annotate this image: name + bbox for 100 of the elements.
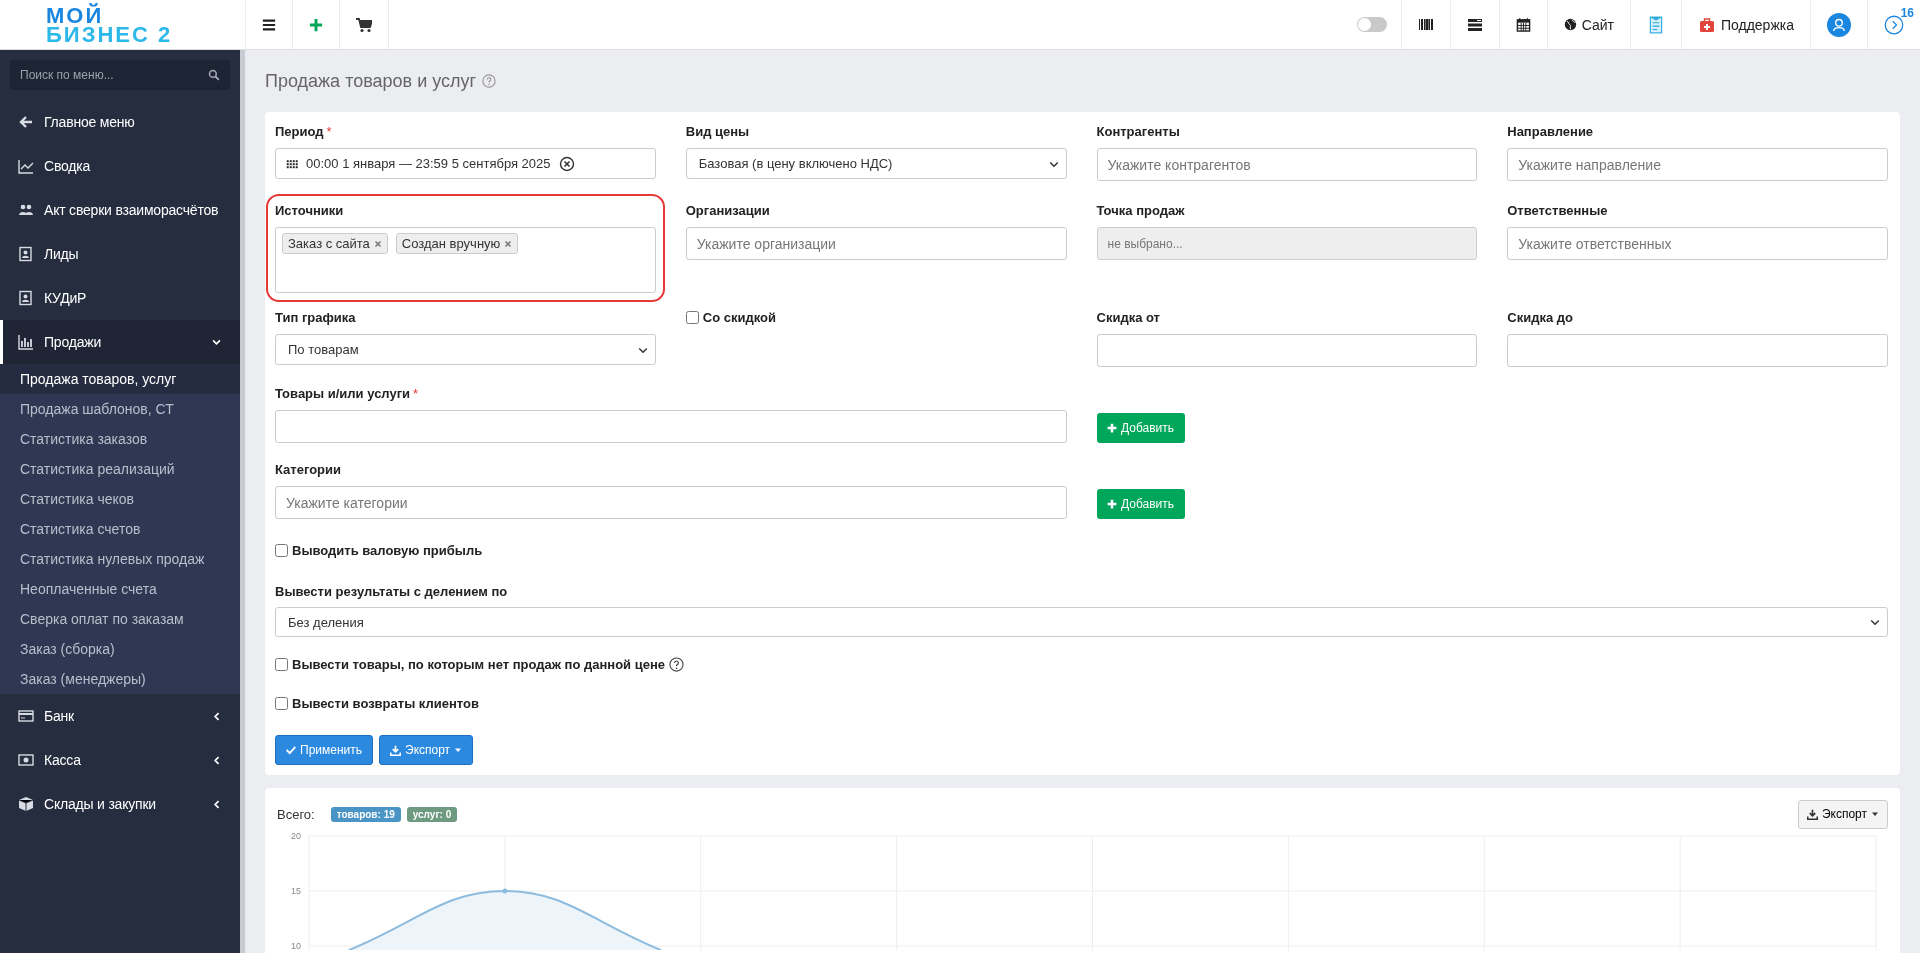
input-field[interactable]: Укажите направление: [1507, 148, 1888, 181]
plus-icon: [1106, 423, 1117, 433]
field-label: Контрагенты: [1096, 124, 1181, 139]
barcode-icon: [1417, 16, 1434, 33]
caret-down-icon: [454, 746, 463, 754]
menu-button[interactable]: [245, 0, 293, 49]
date-range-field[interactable]: 00:00 1 января — 23:59 5 сентября 2025: [275, 148, 656, 179]
cart-icon: [356, 16, 372, 33]
sidebar-item[interactable]: КУДиР: [0, 276, 240, 320]
page-title: Продажа товаров и услуг: [265, 70, 477, 92]
submenu-item[interactable]: Статистика реализаций: [0, 454, 240, 484]
line-chart-icon: [18, 158, 34, 174]
total-label: Всего:: [277, 806, 315, 822]
site-link[interactable]: Сайт: [1546, 0, 1630, 49]
checkbox-label: Выводить валовую прибыль: [292, 543, 483, 558]
field-label: Тип графика: [275, 310, 357, 325]
input-field[interactable]: [1507, 334, 1888, 367]
input-field[interactable]: Укажите организации: [685, 227, 1067, 260]
field-label: Точка продаж: [1096, 203, 1186, 218]
caret-down-icon: [1871, 810, 1879, 818]
help-icon: [669, 657, 684, 672]
checkbox-label: Со скидкой: [702, 310, 776, 325]
checkbox[interactable]: [275, 697, 288, 710]
field-label: Скидка до: [1507, 310, 1574, 325]
credit-card-icon: [18, 708, 34, 724]
axis-tick-label: 15: [291, 886, 301, 896]
menu-search-field[interactable]: Поиск по меню...: [10, 60, 230, 90]
support-link[interactable]: Поддержка: [1680, 0, 1810, 49]
globe-icon: [1563, 18, 1577, 31]
checkbox[interactable]: [275, 544, 288, 557]
field-label: Источники: [275, 203, 345, 218]
count-badge: товаров: 19: [330, 806, 401, 822]
clear-icon: [558, 155, 575, 172]
submenu-item[interactable]: Статистика счетов: [0, 514, 240, 544]
remove-icon: [373, 239, 382, 248]
select-field[interactable]: Базовая (в цену включено НДС): [685, 148, 1067, 179]
sidebar-item[interactable]: Продажи: [0, 320, 240, 364]
field-label: Вид цены: [685, 124, 751, 139]
field-label: Товары и/или услуги *: [275, 386, 420, 401]
input-field[interactable]: Укажите ответственных: [1507, 227, 1888, 260]
input-field[interactable]: Укажите контрагентов: [1096, 148, 1478, 181]
sidebar-item[interactable]: Касса: [0, 738, 240, 782]
field-label: Скидка от: [1096, 310, 1161, 325]
help-icon: [482, 74, 497, 88]
submenu-item[interactable]: Статистика заказов: [0, 424, 240, 454]
checkbox[interactable]: [685, 311, 699, 324]
notifications-button[interactable]: 16: [1867, 0, 1920, 49]
chevron-left-icon: [211, 754, 222, 766]
toggle-switch[interactable]: [1356, 17, 1387, 32]
submenu-item[interactable]: Заказ (сборка): [0, 634, 240, 664]
arrow-left-icon: [18, 114, 34, 130]
sidebar-item[interactable]: Главное меню: [0, 100, 240, 144]
submenu-item[interactable]: Заказ (менеджеры): [0, 664, 240, 694]
sidebar-item[interactable]: Лиды: [0, 232, 240, 276]
submenu-item[interactable]: Сверка оплат по заказам: [0, 604, 240, 634]
tags-field[interactable]: Заказ с сайта Создан вручную: [275, 227, 656, 293]
contact-card-icon: [18, 246, 34, 262]
tag-chip[interactable]: Заказ с сайта: [282, 233, 388, 254]
input-field[interactable]: [1096, 334, 1478, 367]
select-field[interactable]: По товарам: [275, 334, 656, 365]
download-icon: [390, 744, 401, 756]
axis-tick-label: 10: [291, 941, 301, 950]
field-label: Период *: [275, 124, 333, 139]
tag-chip[interactable]: Создан вручную: [395, 233, 519, 254]
field-label: Категории: [275, 462, 343, 477]
export-button[interactable]: Экспорт: [1797, 799, 1888, 829]
axis-tick-label: 20: [291, 831, 301, 841]
field-label: Организации: [685, 203, 771, 218]
submenu-item[interactable]: Продажа товаров, услуг: [0, 364, 240, 394]
export-button[interactable]: Экспорт: [379, 735, 474, 765]
input-field[interactable]: [275, 410, 1067, 443]
count-badge: услуг: 0: [406, 806, 458, 822]
field-label: Направление: [1507, 124, 1595, 139]
box-icon: [18, 796, 34, 812]
checkbox-label: Вывести возвраты клиентов: [292, 696, 479, 711]
chevron-left-icon: [211, 710, 222, 722]
submenu-item[interactable]: Статистика нулевых продаж: [0, 544, 240, 574]
list-icon: [1466, 16, 1483, 33]
plus-icon: [309, 17, 323, 32]
download-icon: [1806, 808, 1818, 820]
select-field[interactable]: Без деления: [275, 607, 1888, 637]
submenu-item[interactable]: Неоплаченные счета: [0, 574, 240, 604]
check-icon: [286, 745, 296, 755]
checkbox[interactable]: [275, 658, 288, 671]
calendar-icon: [1515, 17, 1531, 32]
sidebar-item[interactable]: Банк: [0, 694, 240, 738]
first-aid-kit-icon: [1697, 16, 1716, 33]
contact-card-icon: [18, 290, 34, 306]
checkbox-label: Вывести товары, по которым нет продаж по данной цене: [292, 657, 665, 672]
sidebar-item[interactable]: Сводка: [0, 144, 240, 188]
input-field[interactable]: Укажите категории: [275, 486, 1067, 519]
submenu-item[interactable]: Продажа шаблонов, СТ: [0, 394, 240, 424]
sidebar-item[interactable]: Склады и закупки: [0, 782, 240, 826]
users-icon: [18, 202, 34, 218]
plus-icon: [1106, 499, 1117, 509]
apply-button[interactable]: Применить: [275, 735, 373, 765]
logo[interactable]: МОЙ БИЗНЕС 2: [0, 0, 245, 49]
sidebar-item[interactable]: Акт сверки взаиморасчётов: [0, 188, 240, 232]
user-avatar-icon: [1827, 12, 1851, 37]
submenu-item[interactable]: Статистика чеков: [0, 484, 240, 514]
